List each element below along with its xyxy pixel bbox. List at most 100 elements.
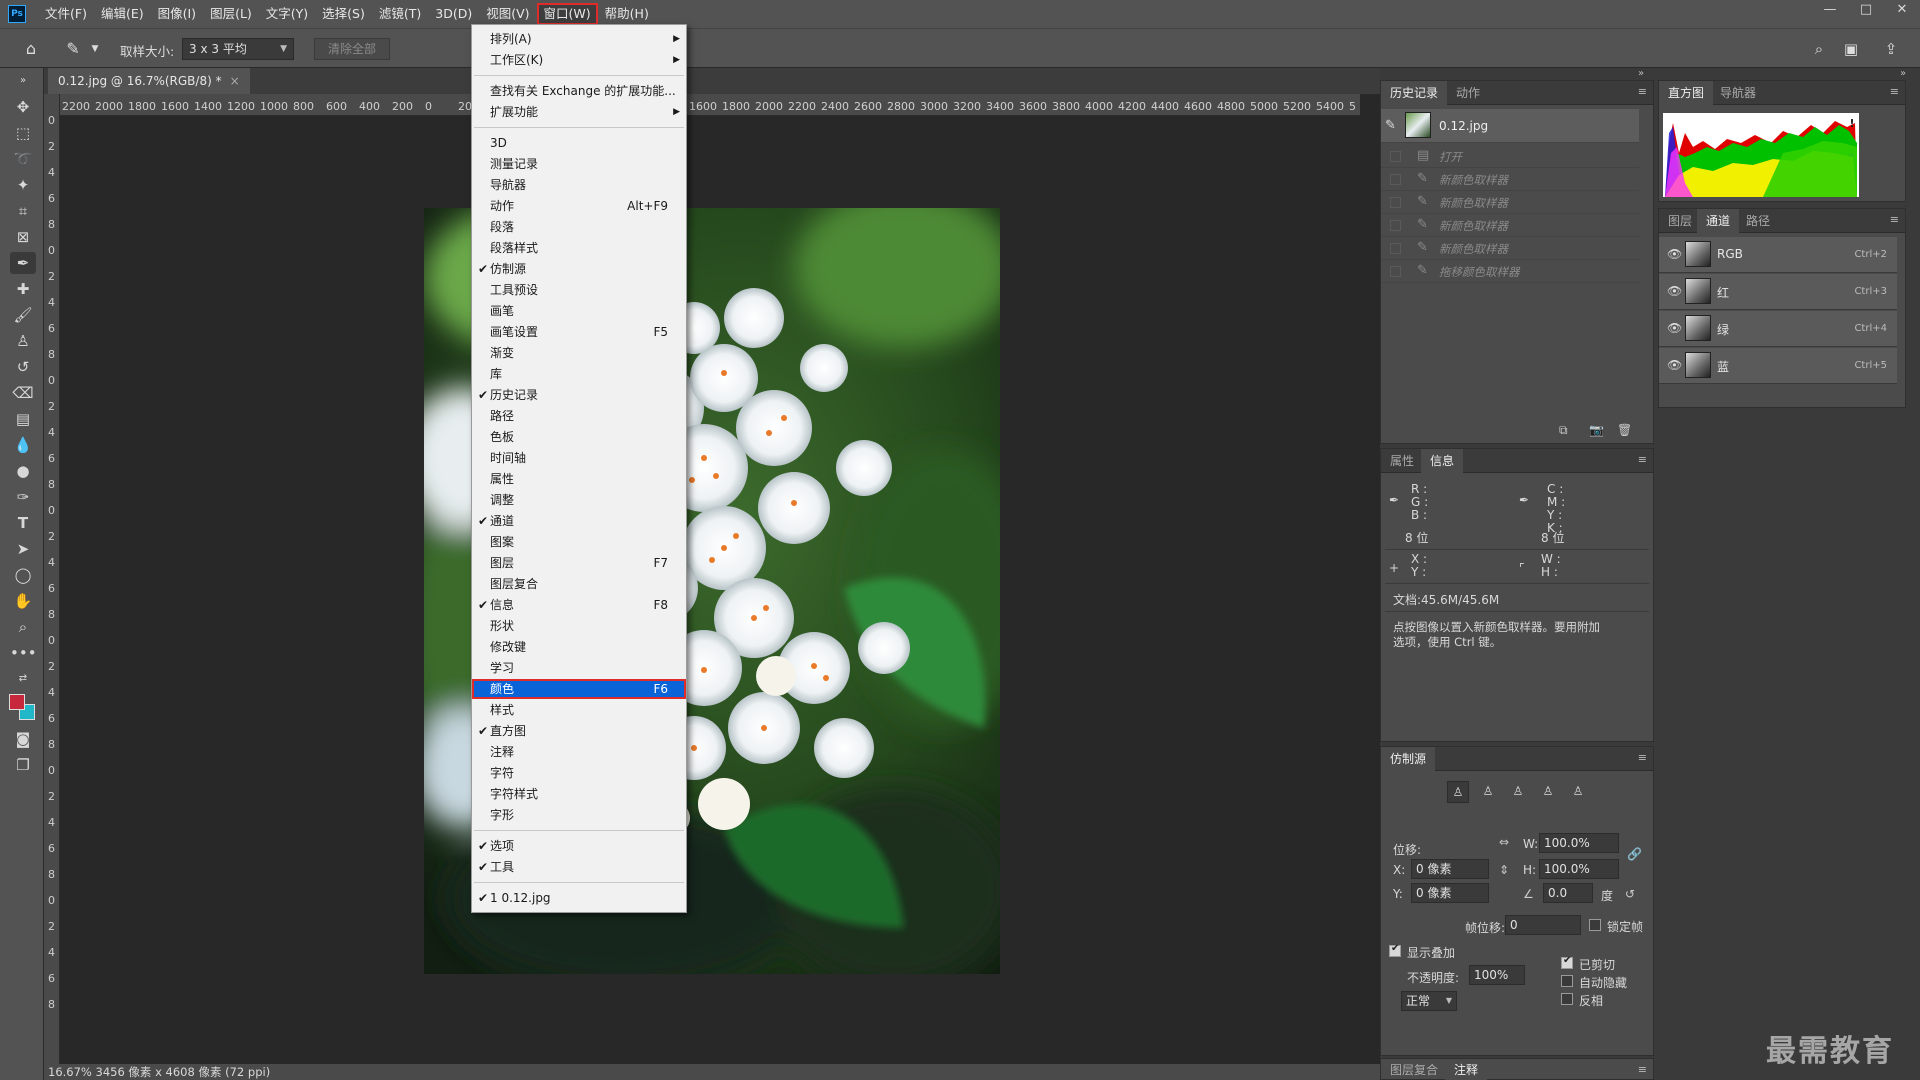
path-selection-tool-icon[interactable]: ➤ xyxy=(10,538,36,560)
window-menu-item[interactable]: 测量记录 xyxy=(472,154,686,174)
show-overlay-checkbox[interactable] xyxy=(1389,943,1401,957)
window-menu-item[interactable]: 学习 xyxy=(472,658,686,678)
clone-source-1-icon[interactable]: ♙ xyxy=(1447,781,1469,803)
cache-warning-icon[interactable]: ! xyxy=(1845,117,1859,131)
channel-row[interactable]: 👁 红 Ctrl+3 xyxy=(1659,274,1897,310)
channel-row[interactable]: 👁 蓝 Ctrl+5 xyxy=(1659,348,1897,384)
brush-tool-icon[interactable]: 🖌 xyxy=(10,304,36,326)
history-brush-tool-icon[interactable]: ↺ xyxy=(10,356,36,378)
window-menu-item[interactable]: 字符 xyxy=(472,763,686,783)
move-tool-icon[interactable]: ✥ xyxy=(10,96,36,118)
home-icon[interactable]: ⌂ xyxy=(20,38,42,60)
minimize-button[interactable]: — xyxy=(1812,0,1848,22)
quick-mask-icon[interactable]: ◙ xyxy=(10,728,36,750)
more-tools-icon[interactable]: ••• xyxy=(10,642,37,664)
window-menu-item[interactable]: 样式 xyxy=(472,700,686,720)
zoom-tool-icon[interactable]: ⌕ xyxy=(10,616,36,638)
history-step[interactable]: ✎ 新颜色取样器 xyxy=(1381,214,1639,237)
crop-tool-icon[interactable]: ⌗ xyxy=(10,200,36,222)
history-source-checkbox[interactable] xyxy=(1390,266,1401,277)
visibility-eye-icon[interactable]: 👁 xyxy=(1667,247,1682,261)
history-snapshot[interactable]: ✎ 0.12.jpg xyxy=(1381,109,1639,143)
sample-size-select[interactable]: 3 x 3 平均 ▼ xyxy=(182,38,294,60)
marquee-tool-icon[interactable]: ⬚ xyxy=(10,122,36,144)
foreground-color-swatch[interactable] xyxy=(9,694,25,710)
tab-properties[interactable]: 属性 xyxy=(1381,449,1423,473)
flip-vertical-icon[interactable]: ⇕ xyxy=(1499,863,1509,877)
window-menu-item[interactable]: 图案 xyxy=(472,532,686,552)
overlay-opacity-input[interactable]: 100% xyxy=(1469,965,1525,985)
window-menu-item[interactable]: 修改键 xyxy=(472,637,686,657)
window-menu-item[interactable]: 扩展功能 ▶ xyxy=(472,102,686,122)
maximize-button[interactable]: □ xyxy=(1848,0,1884,22)
invert-checkbox[interactable] xyxy=(1561,993,1573,1005)
panel-menu-icon[interactable]: ≡ xyxy=(1638,453,1647,466)
window-menu-item[interactable]: ✔ 通道 xyxy=(472,511,686,531)
magic-wand-tool-icon[interactable]: ✦ xyxy=(10,174,36,196)
eyedropper-rgb-icon[interactable]: ✒ xyxy=(1389,493,1399,507)
panel-menu-icon[interactable]: ≡ xyxy=(1890,213,1899,226)
clone-source-4-icon[interactable]: ♙ xyxy=(1537,781,1559,803)
visibility-eye-icon[interactable]: 👁 xyxy=(1667,321,1682,335)
collapse-toolbar-icon[interactable]: » xyxy=(10,70,36,92)
channel-row[interactable]: 👁 绿 Ctrl+4 xyxy=(1659,311,1897,347)
offset-y-input[interactable]: 0 像素 xyxy=(1411,883,1489,903)
history-step[interactable]: ✎ 拖移颜色取样器 xyxy=(1381,260,1639,283)
camera-icon[interactable]: 📷 xyxy=(1589,423,1604,437)
type-tool-icon[interactable]: T xyxy=(10,512,36,534)
menu-6[interactable]: 滤镜(T) xyxy=(372,3,428,25)
offset-x-input[interactable]: 0 像素 xyxy=(1411,859,1489,879)
overlay-blend-mode-select[interactable]: 正常 ▼ xyxy=(1401,991,1457,1011)
history-step[interactable]: ✎ 新颜色取样器 xyxy=(1381,237,1639,260)
clone-source-3-icon[interactable]: ♙ xyxy=(1507,781,1529,803)
link-scale-icon[interactable]: 🔗 xyxy=(1627,847,1642,861)
window-menu-item[interactable]: 时间轴 xyxy=(472,448,686,468)
window-menu-item[interactable]: ✔ 历史记录 xyxy=(472,385,686,405)
menu-1[interactable]: 编辑(E) xyxy=(94,3,151,25)
history-source-checkbox[interactable] xyxy=(1390,243,1401,254)
panel-menu-icon[interactable]: ≡ xyxy=(1638,1063,1647,1076)
window-menu-item[interactable]: 工作区(K) ▶ xyxy=(472,50,686,70)
document-tab[interactable]: 0.12.jpg @ 16.7%(RGB/8) * × xyxy=(48,68,250,94)
height-scale-input[interactable]: 100.0% xyxy=(1539,859,1619,879)
screen-mode-icon[interactable]: ❐ xyxy=(10,754,36,776)
window-menu-item[interactable]: 注释 xyxy=(472,742,686,762)
window-menu-item[interactable]: 字符样式 xyxy=(472,784,686,804)
tab-actions[interactable]: 动作 xyxy=(1447,81,1489,105)
tab-layers[interactable]: 图层 xyxy=(1659,209,1701,233)
tool-preset-chevron-down-icon[interactable]: ▼ xyxy=(84,38,106,60)
window-menu-item[interactable]: 色板 xyxy=(472,427,686,447)
history-source-checkbox[interactable] xyxy=(1390,174,1401,185)
tab-channels[interactable]: 通道 xyxy=(1697,209,1740,233)
window-menu-item[interactable]: 颜色 F6 xyxy=(472,679,686,699)
window-menu-item[interactable]: ✔ 信息 F8 xyxy=(472,595,686,615)
window-menu-item[interactable]: ✔ 直方图 xyxy=(472,721,686,741)
tab-notes[interactable]: 注释 xyxy=(1445,1059,1488,1080)
menu-3[interactable]: 图层(L) xyxy=(203,3,259,25)
panel-menu-icon[interactable]: ≡ xyxy=(1638,85,1647,98)
menu-7[interactable]: 3D(D) xyxy=(428,3,479,25)
window-menu-item[interactable]: 形状 xyxy=(472,616,686,636)
tab-history[interactable]: 历史记录 xyxy=(1381,81,1448,105)
menu-4[interactable]: 文字(Y) xyxy=(259,3,315,25)
eyedropper-cmyk-icon[interactable]: ✒ xyxy=(1519,493,1529,507)
window-menu-item[interactable]: 3D xyxy=(472,133,686,153)
window-menu-item[interactable]: 工具预设 xyxy=(472,280,686,300)
eyedropper-tool-icon[interactable]: ✒ xyxy=(10,252,36,274)
visibility-eye-icon[interactable]: 👁 xyxy=(1667,358,1682,372)
width-scale-input[interactable]: 100.0% xyxy=(1539,833,1619,853)
clone-stamp-tool-icon[interactable]: ♙ xyxy=(10,330,36,352)
window-menu-item[interactable]: 图层复合 xyxy=(472,574,686,594)
blur-tool-icon[interactable]: 💧 xyxy=(10,434,36,456)
swap-colors-icon[interactable]: ⇄ xyxy=(10,668,36,690)
eraser-tool-icon[interactable]: ⌫ xyxy=(10,382,36,404)
history-step[interactable]: ▤ 打开 xyxy=(1381,145,1639,168)
tab-histogram[interactable]: 直方图 xyxy=(1659,81,1714,105)
clone-source-5-icon[interactable]: ♙ xyxy=(1567,781,1589,803)
menu-5[interactable]: 选择(S) xyxy=(315,3,372,25)
new-document-from-state-icon[interactable]: ⧉ xyxy=(1559,423,1568,438)
frame-tool-icon[interactable]: ⊠ xyxy=(10,226,36,248)
pen-tool-icon[interactable]: ✑ xyxy=(10,486,36,508)
window-menu-item[interactable]: 渐变 xyxy=(472,343,686,363)
clipped-checkbox[interactable] xyxy=(1561,955,1573,969)
